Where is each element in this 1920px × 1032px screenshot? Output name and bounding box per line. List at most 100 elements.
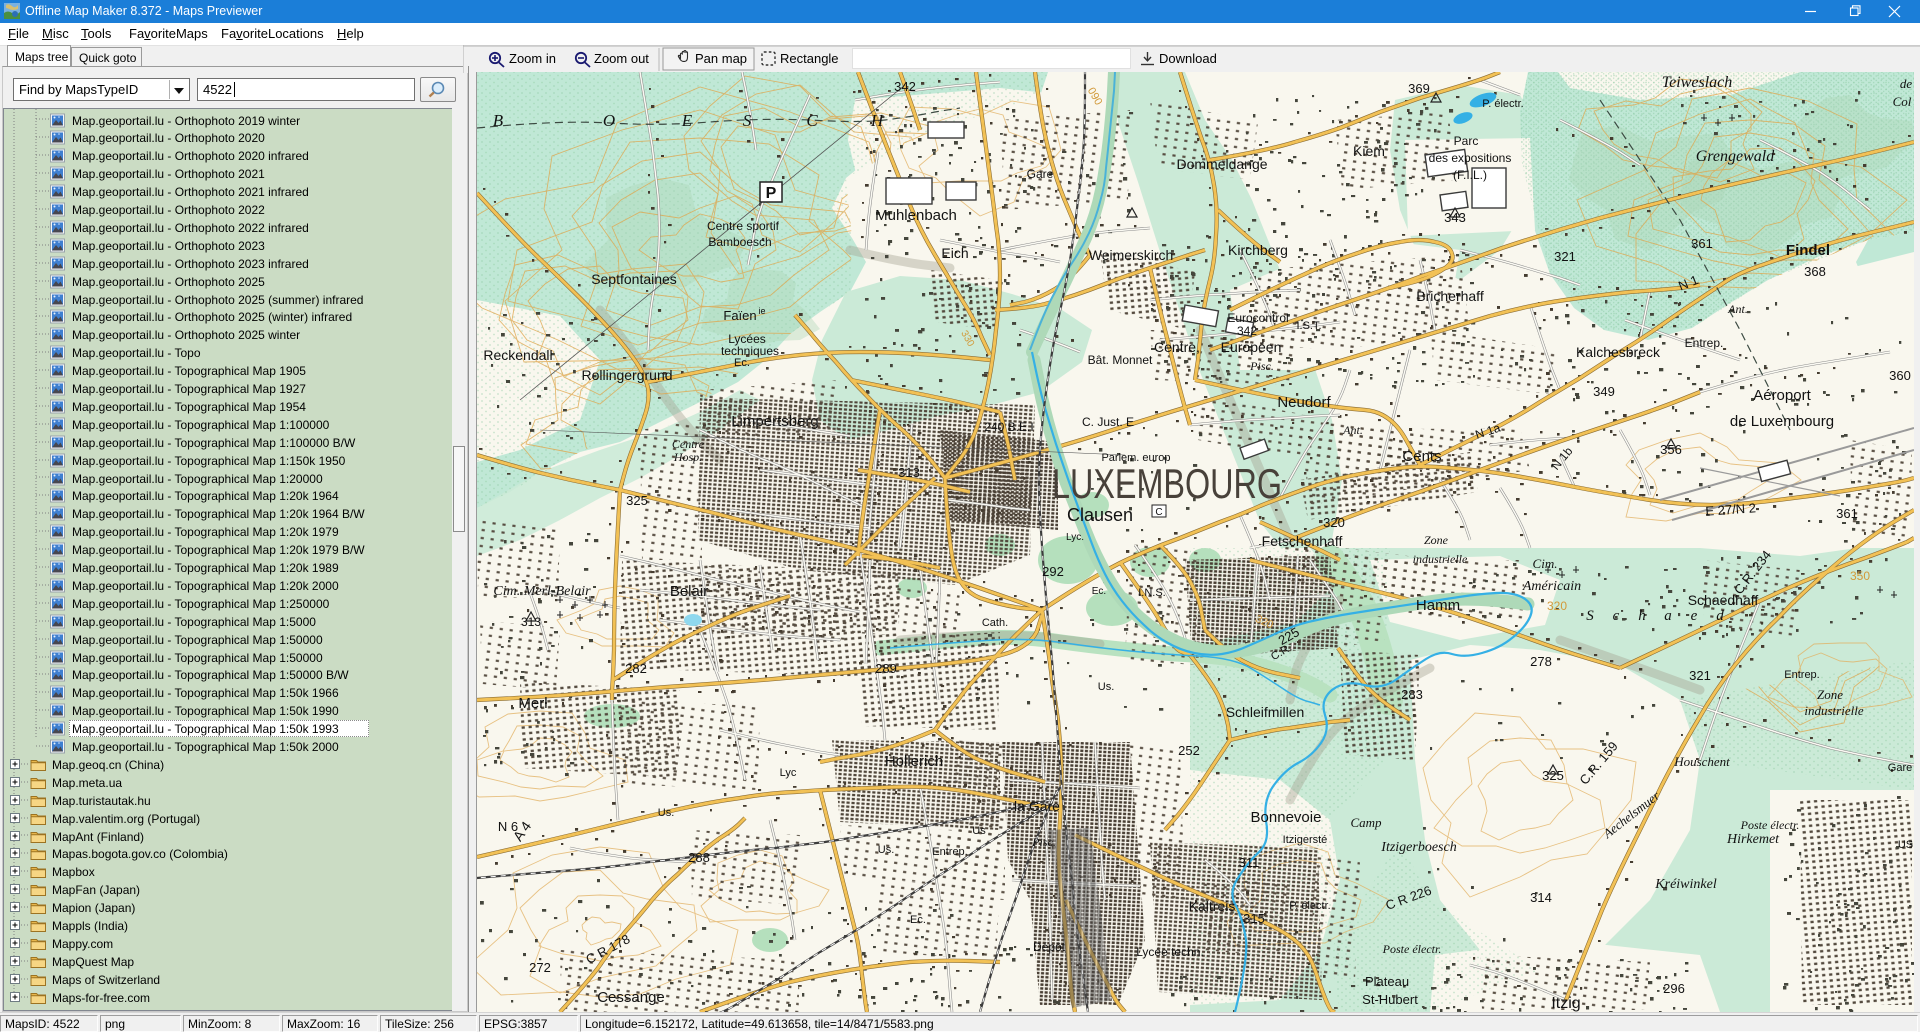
svg-text:Poste électr.: Poste électr. xyxy=(1382,942,1442,956)
svg-text:283: 283 xyxy=(1401,687,1423,702)
svg-text:321: 321 xyxy=(1689,668,1711,683)
svg-text:278: 278 xyxy=(1530,654,1552,669)
svg-text:Kiem: Kiem xyxy=(1353,143,1385,159)
svg-text:Us.: Us. xyxy=(658,807,675,819)
svg-text:Pisc.: Pisc. xyxy=(1031,835,1056,849)
svg-text:Américain: Américain xyxy=(1522,579,1581,594)
svg-text:288: 288 xyxy=(688,850,710,865)
svg-text:Camp: Camp xyxy=(1350,815,1382,830)
svg-text:H: H xyxy=(870,111,885,130)
svg-text:de: de xyxy=(1900,76,1913,91)
svg-text:c: c xyxy=(1613,608,1620,624)
svg-text:h: h xyxy=(1638,608,1646,624)
svg-text:Poste électr.: Poste électr. xyxy=(1740,818,1800,832)
svg-text:Dépôt: Dépôt xyxy=(1033,940,1066,954)
svg-text:C: C xyxy=(806,111,818,130)
svg-text:Us: Us xyxy=(972,825,986,837)
svg-text:Schleifmillen: Schleifmillen xyxy=(1226,704,1305,720)
svg-text:Findel: Findel xyxy=(1786,242,1830,259)
svg-text:Hosp.: Hosp. xyxy=(673,450,702,464)
svg-text:Kalchesbreck: Kalchesbreck xyxy=(1576,344,1661,360)
svg-text:Ec.: Ec. xyxy=(734,357,750,369)
svg-text:St-Hubert: St-Hubert xyxy=(1362,992,1418,1007)
svg-text:289: 289 xyxy=(875,661,897,676)
svg-text:Us.: Us. xyxy=(878,844,895,856)
svg-text:Parc: Parc xyxy=(1454,134,1479,148)
svg-text:P: P xyxy=(766,185,777,202)
svg-text:Entrep.: Entrep. xyxy=(1784,669,1819,681)
svg-text:240 B.E.I: 240 B.E.I xyxy=(984,420,1033,434)
svg-text:C: C xyxy=(1155,507,1162,518)
svg-text:Centre: Centre xyxy=(672,437,705,451)
svg-text:Faïen: Faïen xyxy=(723,308,756,323)
svg-text:321: 321 xyxy=(1554,249,1576,264)
svg-text:US.: US. xyxy=(1898,839,1914,851)
svg-text:Aéroport: Aéroport xyxy=(1753,387,1811,404)
svg-text:315: 315 xyxy=(1243,911,1265,926)
svg-text:Kréiwinkel: Kréiwinkel xyxy=(1654,877,1717,892)
svg-text:B: B xyxy=(493,111,504,130)
svg-text:Merl: Merl xyxy=(518,695,547,712)
svg-text:N 6: N 6 xyxy=(498,819,518,834)
svg-text:350: 350 xyxy=(1850,569,1870,583)
svg-text:Muhlenbach: Muhlenbach xyxy=(875,207,957,224)
svg-text:Belair: Belair xyxy=(670,583,708,600)
svg-text:Pisc.: Pisc. xyxy=(1249,359,1274,373)
svg-text:I.S.T.: I.S.T. xyxy=(1296,320,1321,332)
svg-text:314: 314 xyxy=(1530,890,1552,905)
svg-text:343: 343 xyxy=(1444,210,1466,225)
svg-text:Teiweslach: Teiweslach xyxy=(1662,74,1733,91)
svg-text:361: 361 xyxy=(1836,506,1858,521)
svg-text:Plateau: Plateau xyxy=(1365,974,1409,989)
svg-text:342: 342 xyxy=(1237,324,1257,338)
svg-text:P. électr.: P. électr. xyxy=(1289,900,1330,912)
svg-text:Entrep.: Entrep. xyxy=(932,846,967,858)
svg-text:320: 320 xyxy=(1323,515,1345,530)
svg-text:Eich: Eich xyxy=(941,245,968,261)
svg-text:S: S xyxy=(743,111,752,130)
svg-text:Zone: Zone xyxy=(1424,533,1449,547)
svg-text:Weimerskirch: Weimerskirch xyxy=(1089,247,1174,263)
svg-text:Européen: Européen xyxy=(1221,339,1282,355)
svg-text:Limpertsberg: Limpertsberg xyxy=(731,413,819,430)
svg-text:Ant.: Ant. xyxy=(1727,302,1748,316)
svg-text:Gare: Gare xyxy=(1027,167,1054,181)
svg-text:Centre,: Centre, xyxy=(1154,339,1200,355)
svg-text:Col: Col xyxy=(1893,94,1912,109)
svg-text:industrielle: industrielle xyxy=(1413,552,1468,566)
svg-text:Parlem. europ: Parlem. europ xyxy=(1101,452,1170,464)
svg-text:342: 342 xyxy=(894,79,916,94)
svg-text:Neudorf: Neudorf xyxy=(1277,394,1331,411)
svg-text:LUXEMBOURG: LUXEMBOURG xyxy=(1052,460,1282,507)
svg-text:Schaedhaff: Schaedhaff xyxy=(1688,592,1759,608)
svg-text:e: e xyxy=(1691,608,1698,624)
svg-text:Hirkemet: Hirkemet xyxy=(1726,832,1780,847)
svg-text:Reckendall: Reckendall xyxy=(483,347,552,363)
svg-text:Ant.: Ant. xyxy=(1342,423,1363,437)
svg-text:282: 282 xyxy=(625,661,647,676)
svg-text:368: 368 xyxy=(1804,264,1826,279)
svg-text:Fetschenhaff: Fetschenhaff xyxy=(1262,533,1343,549)
svg-text:311: 311 xyxy=(1239,855,1260,870)
svg-text:Grengewald: Grengewald xyxy=(1696,148,1776,165)
svg-text:Cath.: Cath. xyxy=(982,617,1008,629)
svg-text:Kirchberg: Kirchberg xyxy=(1228,242,1288,258)
svg-text:Eurocontrol: Eurocontrol xyxy=(1227,311,1288,325)
svg-text:Cents: Cents xyxy=(1402,448,1441,465)
svg-text:356: 356 xyxy=(1660,442,1682,457)
svg-text:Dommeldange: Dommeldange xyxy=(1176,156,1267,172)
svg-text:Rollingergrund: Rollingergrund xyxy=(581,367,672,383)
svg-text:Gare: Gare xyxy=(1888,762,1912,774)
svg-text:Zone: Zone xyxy=(1817,687,1843,702)
svg-text:349: 349 xyxy=(1593,384,1615,399)
svg-text:industrielle: industrielle xyxy=(1804,703,1863,718)
svg-text:Cessange: Cessange xyxy=(597,989,665,1006)
svg-text:Houschent: Houschent xyxy=(1673,754,1730,769)
svg-text:296: 296 xyxy=(1663,981,1685,996)
svg-text:d: d xyxy=(1716,608,1724,624)
svg-text:Cim.: Cim. xyxy=(1533,556,1558,571)
svg-text:Clausen: Clausen xyxy=(1067,505,1133,525)
svg-text:I.N.S.: I.N.S. xyxy=(1138,587,1166,599)
svg-text:Us.: Us. xyxy=(1098,681,1115,693)
svg-text:325: 325 xyxy=(626,493,648,508)
